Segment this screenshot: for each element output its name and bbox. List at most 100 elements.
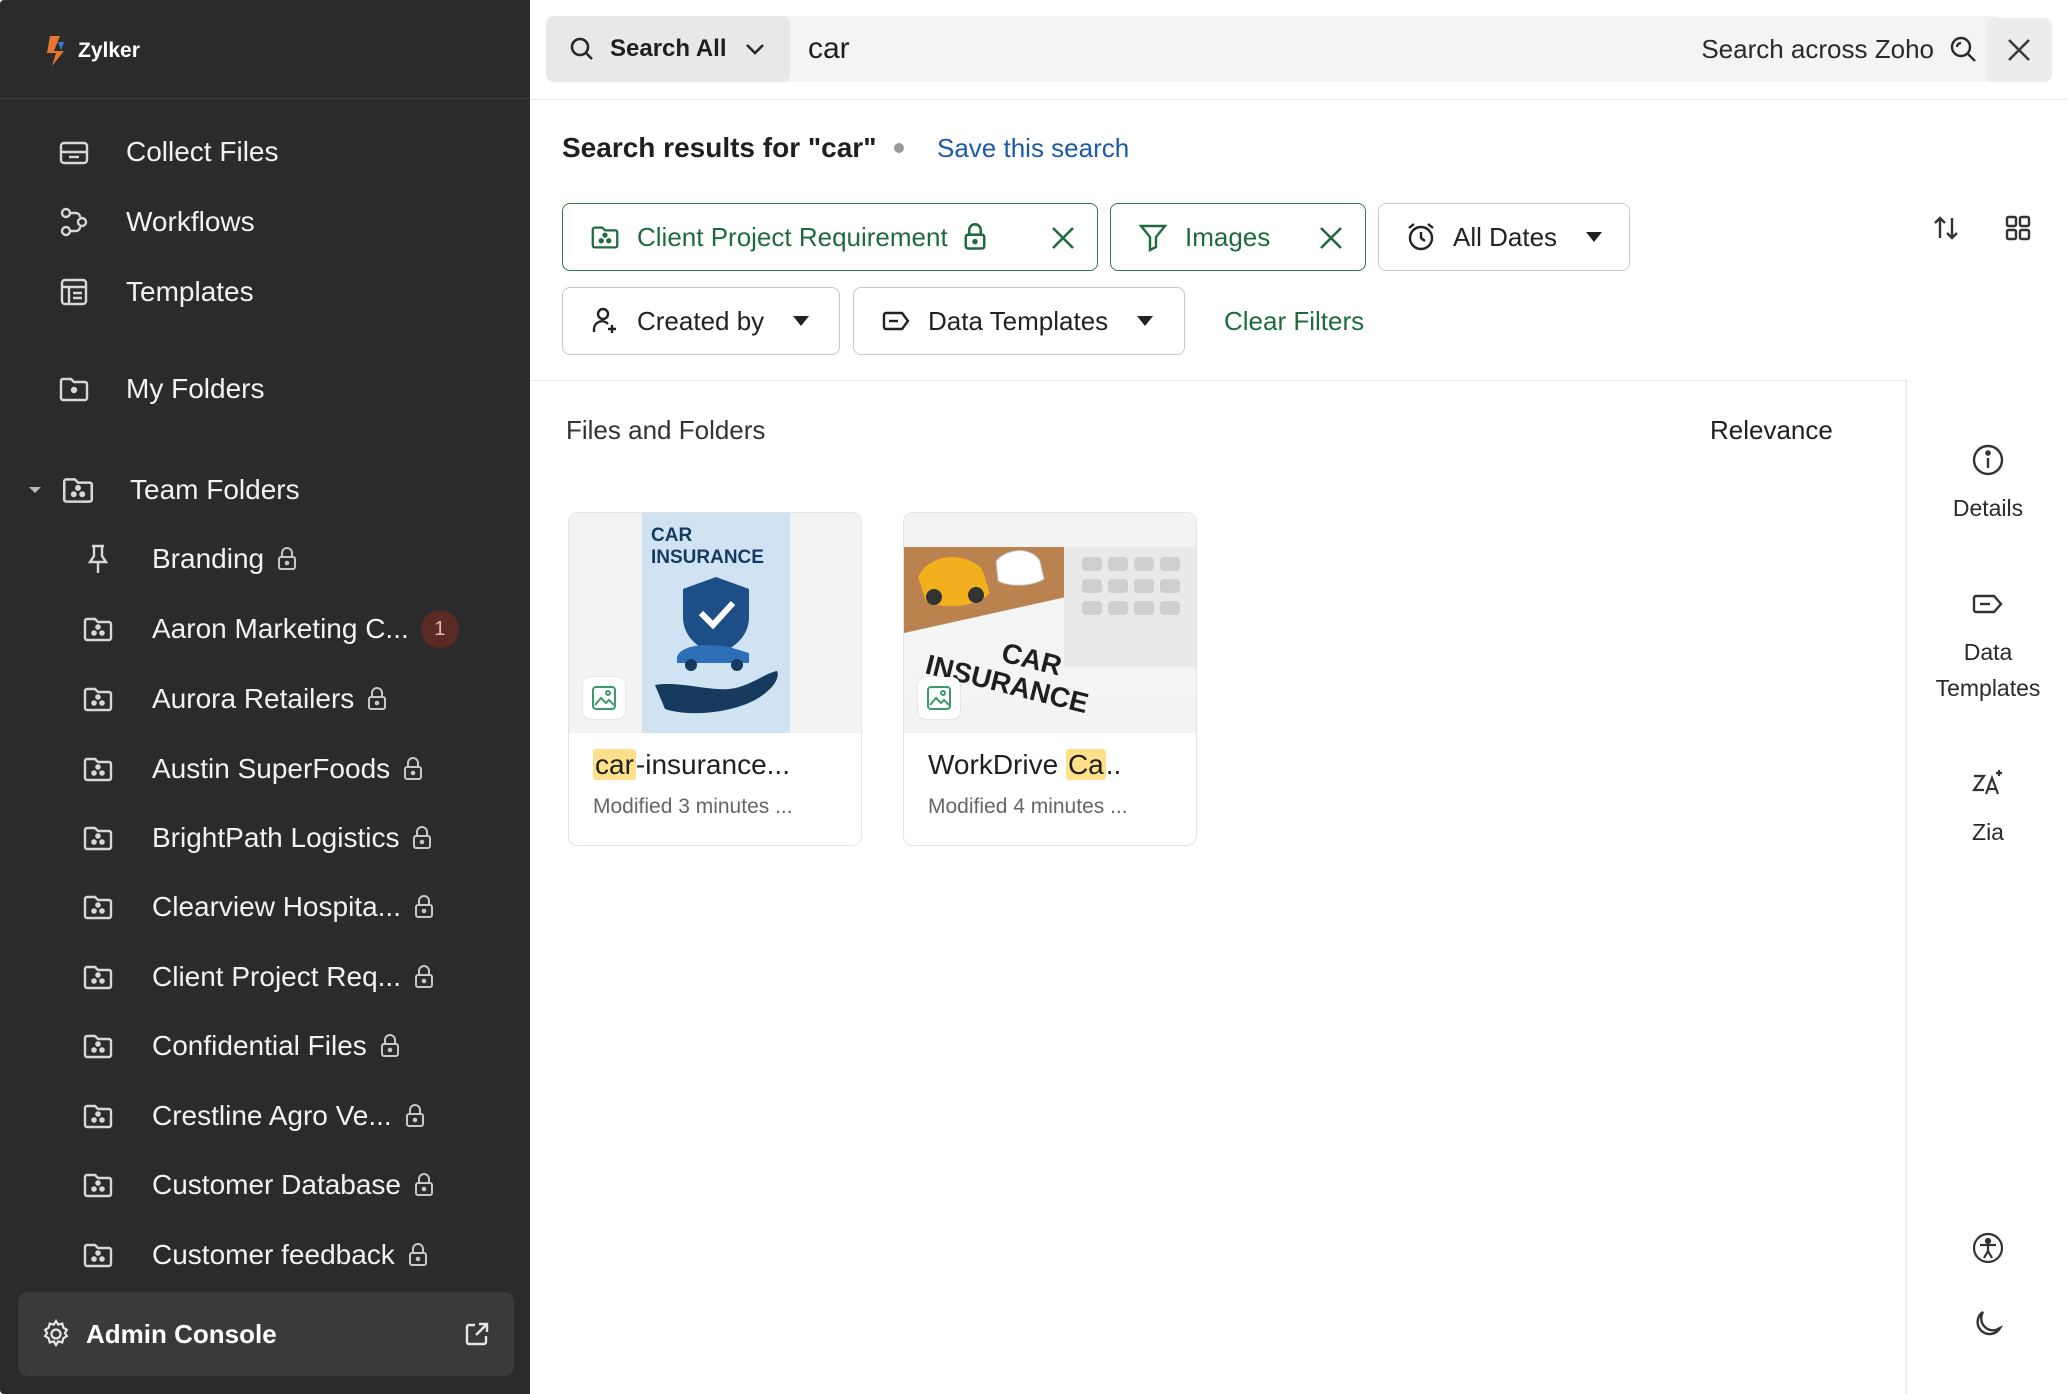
data-templates-filter-dropdown[interactable]: Data Templates — [853, 287, 1185, 355]
file-name-rest: -insurance... — [635, 749, 790, 780]
lock-icon — [379, 1033, 401, 1059]
zia-label: Zia — [1972, 819, 2004, 845]
grid-view-icon — [2005, 215, 2031, 241]
brand[interactable]: Zylker — [44, 30, 140, 72]
sidebar-item-templates[interactable]: Templates — [56, 266, 254, 318]
lock-icon — [402, 756, 424, 782]
team-folder-icon — [591, 226, 619, 249]
team-folder-label: Customer feedback — [152, 1239, 395, 1270]
sidebar-item-branding[interactable]: Branding — [80, 533, 298, 585]
team-folder-label: Client Project Req... — [152, 961, 401, 992]
thumb-text: CAR — [651, 525, 692, 546]
team-folder-label: Confidential Files — [152, 1030, 367, 1061]
team-folder-label: Clearview Hospita... — [152, 891, 401, 922]
sidebar-item-confidential-files[interactable]: Confidential Files — [80, 1020, 401, 1072]
chevron-down-icon — [745, 44, 764, 55]
sidebar-item-label: Templates — [126, 276, 254, 307]
sidebar-item-clearview-hospital[interactable]: Clearview Hospita... — [80, 881, 435, 933]
search-icon — [570, 37, 593, 60]
date-filter-label: All Dates — [1453, 221, 1558, 252]
lock-icon — [413, 1172, 435, 1198]
file-name: WorkDrive Ca.. — [928, 749, 1121, 781]
caret-down-icon — [793, 316, 810, 326]
team-folder-icon — [80, 1167, 116, 1203]
created-by-filter-dropdown[interactable]: Created by — [562, 287, 840, 355]
sidebar-item-label: Team Folders — [130, 474, 300, 505]
type-filter-label: Images — [1185, 221, 1271, 252]
dark-mode-icon[interactable] — [1970, 1306, 2006, 1342]
separator-dot — [894, 143, 904, 153]
my-folders-icon — [56, 371, 92, 407]
team-folder-icon — [80, 611, 116, 647]
search-scope-dropdown[interactable]: Search All — [546, 16, 790, 82]
remove-filter-icon[interactable] — [1047, 222, 1079, 254]
section-title: Files and Folders — [566, 414, 766, 445]
zia-panel-button[interactable]: Zia — [1908, 766, 2068, 850]
right-panel-divider — [1906, 380, 1907, 1394]
workflows-icon — [56, 204, 92, 240]
folder-filter-label: Client Project Requirement — [637, 221, 948, 252]
grid-view-button[interactable] — [1994, 204, 2042, 252]
alarm-clock-icon — [1408, 223, 1434, 251]
data-templates-filter-label: Data Templates — [928, 305, 1109, 336]
search-input[interactable]: car — [808, 16, 850, 82]
type-filter-chip[interactable]: Images — [1110, 203, 1366, 271]
file-card[interactable]: CAR INSURANCE WorkDrive Ca.. Modified 4 … — [903, 512, 1197, 846]
sidebar-item-collect-files[interactable]: Collect Files — [56, 126, 278, 178]
data-templates-panel-button[interactable]: Data Templates — [1908, 586, 2068, 706]
file-name-rest: .. — [1105, 749, 1122, 780]
sidebar-item-brightpath-logistics[interactable]: BrightPath Logistics — [80, 812, 433, 864]
sidebar-item-customer-feedback[interactable]: Customer feedback — [80, 1229, 429, 1281]
folder-filter-chip[interactable]: Client Project Requirement — [562, 203, 1098, 271]
sort-dropdown[interactable]: Relevance — [1710, 410, 1833, 450]
sidebar-item-aurora-retailers[interactable]: Aurora Retailers — [80, 673, 388, 725]
image-type-icon — [583, 677, 625, 719]
search-highlight: car — [593, 749, 636, 780]
sidebar-item-crestline-agro[interactable]: Crestline Agro Ve... — [80, 1090, 426, 1142]
lock-icon — [276, 546, 298, 572]
external-link-icon[interactable] — [462, 1319, 492, 1349]
details-panel-button[interactable]: Details — [1908, 442, 2068, 526]
content-divider — [530, 380, 1908, 381]
team-folders-icon — [60, 472, 96, 508]
search-bar: Search All car Search across Zoho — [530, 0, 2068, 100]
created-by-filter-label: Created by — [637, 305, 765, 336]
close-search-button[interactable] — [1986, 18, 2052, 82]
data-templates-label-line2: Templates — [1935, 675, 2041, 701]
sidebar-item-my-folders[interactable]: My Folders — [56, 363, 264, 415]
admin-console-button[interactable]: Admin Console — [18, 1292, 514, 1376]
sort-arrows-icon — [1934, 216, 1958, 240]
caret-down-icon[interactable] — [28, 485, 44, 495]
file-card[interactable]: CAR INSURANCE car-insurance... Modified … — [568, 512, 862, 846]
sidebar-item-austin-superfoods[interactable]: Austin SuperFoods — [80, 743, 424, 795]
caret-down-icon — [1586, 232, 1603, 242]
remove-filter-icon[interactable] — [1315, 222, 1347, 254]
team-folder-icon — [80, 1028, 116, 1064]
file-modified: Modified 3 minutes ... — [593, 795, 793, 818]
zylker-logo-icon — [47, 36, 64, 66]
sidebar-item-aaron-marketing[interactable]: Aaron Marketing C... 1 — [80, 603, 459, 655]
date-filter-dropdown[interactable]: All Dates — [1378, 203, 1630, 271]
sidebar-item-client-project-requirement[interactable]: Client Project Req... — [80, 951, 435, 1003]
team-folder-label: BrightPath Logistics — [152, 822, 400, 853]
sidebar-item-workflows[interactable]: Workflows — [56, 196, 255, 248]
accessibility-icon[interactable] — [1970, 1230, 2006, 1266]
clear-filters-link[interactable]: Clear Filters — [1224, 287, 1364, 355]
team-folder-label: Branding — [152, 543, 265, 574]
data-template-icon — [1972, 594, 2003, 614]
filter-icon — [1138, 224, 1168, 252]
sort-order-button[interactable] — [1922, 204, 1970, 252]
file-name: car-insurance... — [593, 749, 790, 781]
sidebar-item-label: My Folders — [126, 373, 265, 404]
search-scope-label: Search All — [610, 35, 727, 62]
lock-icon — [404, 1103, 426, 1129]
templates-icon — [56, 274, 92, 310]
search-across-zoho-button[interactable]: Search across Zoho — [1701, 16, 1978, 82]
brand-name: Zylker — [78, 39, 140, 62]
zia-icon — [1971, 770, 2002, 795]
save-search-link[interactable]: Save this search — [937, 126, 1129, 170]
search-field[interactable]: Search All car Search across Zoho — [546, 16, 2002, 82]
sidebar-item-customer-database[interactable]: Customer Database — [80, 1159, 435, 1211]
team-folder-icon — [80, 959, 116, 995]
sidebar-item-team-folders[interactable]: Team Folders — [28, 464, 300, 516]
